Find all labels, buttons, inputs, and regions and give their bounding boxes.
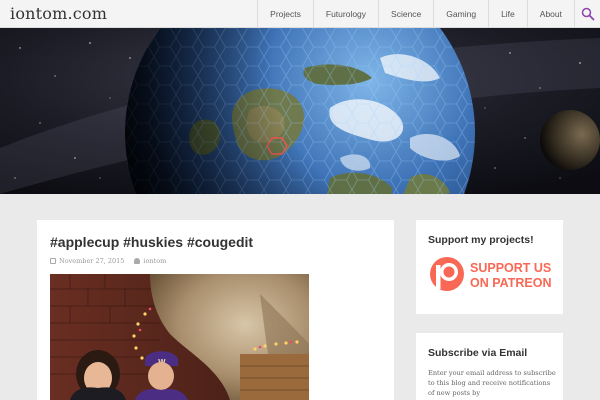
patreon-logo-icon (430, 257, 464, 291)
subscribe-description: Enter your email address to subscribe to… (428, 369, 556, 397)
main-nav: Projects Futurology Science Gaming Life … (257, 0, 600, 28)
patreon-badge[interactable]: SUPPORT US ON PATREON (428, 255, 553, 295)
support-widget-title: Support my projects! (428, 234, 534, 246)
site-header: iontom.com Projects Futurology Science G… (0, 0, 600, 28)
hero-planet-image (0, 28, 600, 194)
hero-banner (0, 28, 600, 194)
subscribe-widget: Subscribe via Email Enter your email add… (416, 333, 563, 400)
nav-item-about[interactable]: About (526, 0, 574, 28)
nav-item-gaming[interactable]: Gaming (433, 0, 488, 28)
support-widget: Support my projects! SUPPORT US ON PATRE… (416, 220, 563, 314)
nav-item-life[interactable]: Life (488, 0, 527, 28)
post-meta: November 27, 2015 iontom (50, 257, 166, 265)
post-card: #applecup #huskies #cougedit November 27… (37, 220, 394, 400)
post-photo-image: W (50, 274, 309, 400)
site-title[interactable]: iontom.com (10, 4, 107, 23)
author-icon (134, 258, 141, 264)
search-button[interactable] (574, 0, 600, 28)
post-date[interactable]: November 27, 2015 (59, 257, 124, 265)
nav-item-projects[interactable]: Projects (257, 0, 313, 28)
subscribe-widget-title: Subscribe via Email (428, 347, 528, 359)
nav-item-science[interactable]: Science (378, 0, 433, 28)
post-title[interactable]: #applecup #huskies #cougedit (50, 234, 253, 250)
post-author[interactable]: iontom (143, 257, 166, 265)
patreon-line-2: ON PATREON (470, 276, 551, 290)
calendar-icon (50, 258, 56, 264)
post-photo[interactable]: W (50, 274, 309, 400)
search-icon (581, 7, 594, 21)
nav-item-futurology[interactable]: Futurology (312, 0, 378, 28)
patreon-line-1: SUPPORT US (470, 261, 551, 275)
